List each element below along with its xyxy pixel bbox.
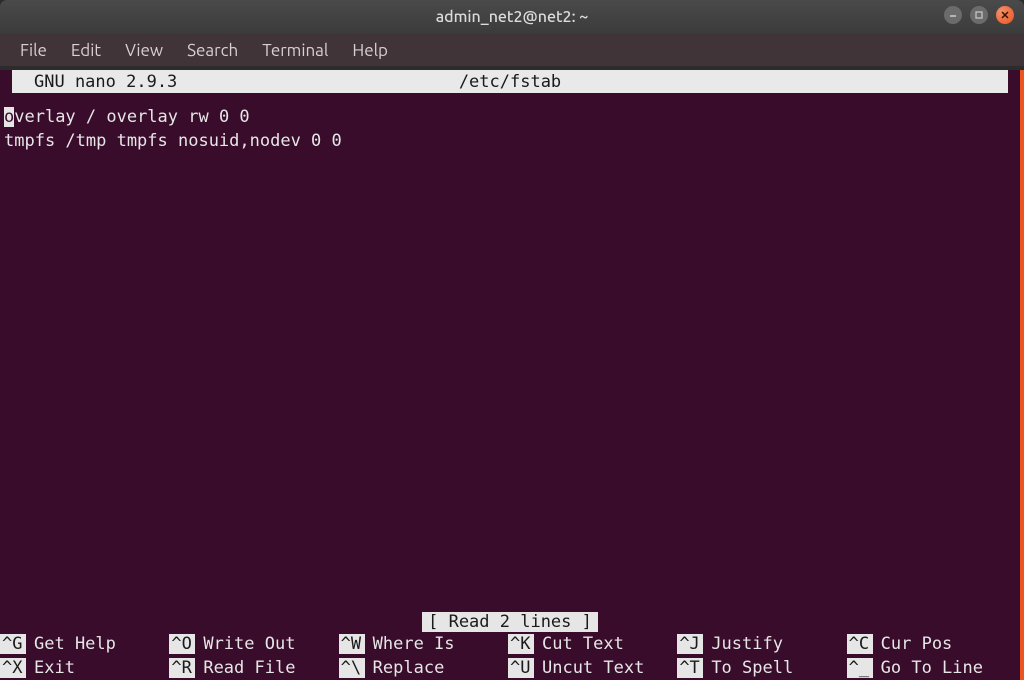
titlebar: admin_net2@net2: ~ [0,0,1024,34]
close-icon [1000,10,1010,20]
nano-header: GNU nano 2.9.3 /etc/fstab [12,70,1008,93]
menubar: File Edit View Search Terminal Help [0,34,1024,66]
menu-file[interactable]: File [10,37,57,64]
shortcut-label: Read File [195,658,295,678]
text-cursor: o [4,107,14,127]
minimize-icon [948,10,958,20]
shortcut-cur-pos[interactable]: ^C Cur Pos [847,632,1016,656]
shortcut-exit[interactable]: ^X Exit [0,656,169,680]
shortcut-go-to-line[interactable]: ^_ Go To Line [847,656,1016,680]
shortcut-label: Replace [365,658,445,678]
shortcut-label: Write Out [195,634,295,654]
shortcut-row-1: ^G Get Help ^O Write Out ^W Where Is ^K … [0,632,1016,656]
shortcut-to-spell[interactable]: ^T To Spell [677,656,846,680]
shortcut-key: ^W [339,634,365,654]
shortcut-key: ^J [677,634,703,654]
shortcut-row-2: ^X Exit ^R Read File ^\ Replace ^U Uncut… [0,656,1016,680]
menu-edit[interactable]: Edit [61,37,111,64]
shortcut-label: Where Is [365,634,455,654]
terminal-area[interactable]: GNU nano 2.9.3 /etc/fstab overlay / over… [0,70,1024,680]
shortcut-label: Cur Pos [873,634,953,654]
nano-filename: /etc/fstab [459,72,561,92]
close-button[interactable] [996,6,1014,24]
shortcut-key: ^O [169,634,195,654]
nano-app-name: GNU nano 2.9.3 [24,72,177,92]
shortcut-cut-text[interactable]: ^K Cut Text [508,632,677,656]
maximize-button[interactable] [970,6,988,24]
shortcut-label: Get Help [26,634,116,654]
nano-shortcuts: ^G Get Help ^O Write Out ^W Where Is ^K … [0,632,1016,680]
window-title: admin_net2@net2: ~ [436,8,589,26]
content-line-2: tmpfs /tmp tmpfs nosuid,nodev 0 0 [4,131,342,151]
shortcut-key: ^R [169,658,195,678]
menu-terminal[interactable]: Terminal [252,37,338,64]
shortcut-key: ^U [508,658,534,678]
nano-status-bar: [ Read 2 lines ] [0,612,1020,632]
shortcut-key: ^X [0,658,26,678]
window-controls [944,6,1014,24]
shortcut-key: ^T [677,658,703,678]
shortcut-label: Uncut Text [534,658,644,678]
shortcut-key: ^_ [847,658,873,678]
shortcut-label: Exit [26,658,75,678]
minimize-button[interactable] [944,6,962,24]
content-line-1: verlay / overlay rw 0 0 [14,107,249,127]
shortcut-get-help[interactable]: ^G Get Help [0,632,169,656]
shortcut-label: Cut Text [534,634,624,654]
maximize-icon [974,10,984,20]
nano-status-text: [ Read 2 lines ] [422,612,598,632]
shortcut-key: ^C [847,634,873,654]
menu-view[interactable]: View [115,37,173,64]
shortcut-key: ^\ [339,658,365,678]
shortcut-key: ^K [508,634,534,654]
shortcut-label: Justify [703,634,783,654]
nano-content[interactable]: overlay / overlay rw 0 0 tmpfs /tmp tmpf… [0,93,1020,153]
shortcut-key: ^G [0,634,26,654]
shortcut-label: Go To Line [873,658,983,678]
shortcut-replace[interactable]: ^\ Replace [339,656,508,680]
shortcut-justify[interactable]: ^J Justify [677,632,846,656]
shortcut-label: To Spell [703,658,793,678]
shortcut-uncut-text[interactable]: ^U Uncut Text [508,656,677,680]
shortcut-where-is[interactable]: ^W Where Is [339,632,508,656]
shortcut-read-file[interactable]: ^R Read File [169,656,338,680]
menu-help[interactable]: Help [342,37,398,64]
shortcut-write-out[interactable]: ^O Write Out [169,632,338,656]
menu-search[interactable]: Search [177,37,248,64]
